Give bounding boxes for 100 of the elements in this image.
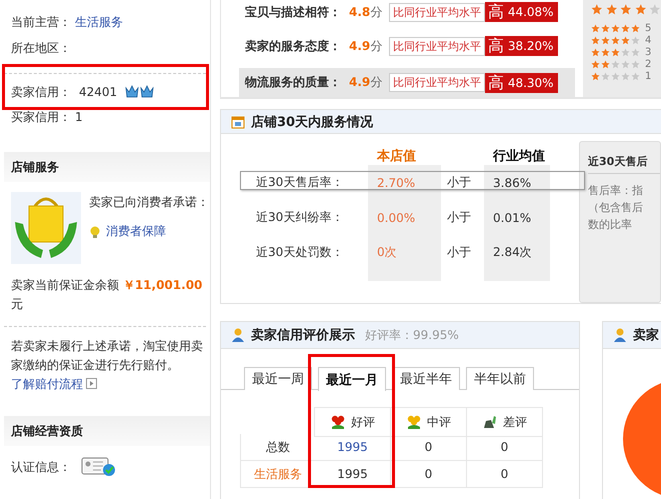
comparison-text: 小于 [446, 174, 472, 191]
table-cell: 0 [467, 434, 543, 461]
table-cell: 0 [391, 434, 467, 461]
field-label: 卖家信用： [11, 84, 71, 100]
person-icon [613, 328, 627, 342]
field-label: 所在地区： [11, 40, 71, 56]
star-icon [591, 24, 600, 32]
star-icon [631, 72, 640, 80]
star-icon [631, 24, 640, 32]
play-icon [86, 378, 97, 389]
star-level: 3 [645, 46, 652, 58]
period-tab[interactable]: 最近一月 [318, 367, 386, 391]
guarantee-link[interactable]: 消费者保障 [106, 223, 166, 240]
cactus-icon [482, 415, 498, 429]
star-icon [601, 60, 610, 68]
credit-value: 42401 [79, 85, 118, 99]
star-level: 2 [645, 58, 652, 70]
table-cell: 1995 [315, 434, 391, 461]
comparison-label: 比同行业平均水平 [389, 2, 485, 22]
rating-score: 4.9分 [349, 38, 384, 54]
column-header: 好评 [314, 407, 391, 437]
column-header: 行业均值 [492, 148, 546, 165]
star-level: 5 [645, 22, 652, 34]
rating-label: 卖家的服务态度： [245, 38, 342, 54]
star-icon [631, 36, 640, 44]
star-icon [634, 3, 646, 16]
star-icon [591, 60, 600, 68]
table-cell: 0 [467, 461, 543, 488]
info-text: 数的比率 [588, 217, 633, 233]
rating-score: 4.8分 [349, 4, 384, 20]
shopping-bag-icon [11, 192, 81, 264]
field-label: 买家信用： [11, 108, 71, 126]
person-icon [231, 328, 245, 342]
industry-value: 0.01% [484, 200, 550, 235]
rating-label: 物流服务的质量： [245, 74, 342, 91]
table-cell: 0 [391, 461, 467, 488]
comparison-badge: 高 48.30% [485, 72, 558, 92]
metric-label: 近30天处罚数： [255, 244, 344, 261]
star-icon [601, 72, 610, 80]
column-header: 本店值 [376, 148, 417, 165]
bulb-icon [89, 226, 101, 238]
star-icon [649, 3, 661, 16]
crown-icon [125, 85, 156, 99]
star-icon [606, 3, 618, 16]
info-title: 近30天售后 [588, 154, 660, 174]
panel-title: 卖家 [633, 326, 659, 344]
section-header: 店铺服务 [4, 152, 210, 182]
star-icon [591, 36, 600, 44]
store-value: 0次 [368, 235, 441, 281]
panel-title: 店铺30天内服务情况 [251, 114, 374, 130]
comparison-text: 小于 [446, 244, 472, 261]
star-icon [621, 72, 630, 80]
star-icon [620, 3, 632, 16]
star-icon [611, 48, 620, 56]
star-icon [591, 3, 603, 16]
field-label: 当前主营： [11, 14, 71, 30]
industry-value: 3.86% [484, 165, 550, 200]
star-icon [631, 60, 640, 68]
star-icon [621, 36, 630, 44]
rating-score: 4.9分 [349, 74, 384, 91]
star-icon [601, 48, 610, 56]
note-text: 若卖家未履行上述承诺，淘宝使用卖家缴纳的保证金进行先行赔付。 [11, 339, 203, 372]
star-icon [601, 24, 610, 32]
flower-icon [330, 415, 346, 429]
info-text: 售后率：指 [588, 183, 644, 199]
star-level: 1 [645, 70, 652, 82]
positive-rate: 好评率：99.95% [365, 326, 459, 344]
period-tab[interactable]: 最近一周 [244, 367, 312, 390]
star-icon [621, 60, 630, 68]
comparison-badge: 高 38.20% [485, 36, 558, 56]
store-value: 2.70% [368, 165, 441, 200]
column-header: 中评 [391, 407, 467, 437]
star-icon [621, 24, 630, 32]
star-icon [621, 48, 630, 56]
column-header: 差评 [467, 407, 543, 437]
certificate-icon [81, 456, 117, 478]
star-icon [631, 48, 640, 56]
industry-value: 2.84次 [484, 235, 550, 281]
star-icon [611, 60, 620, 68]
star-icon [611, 24, 620, 32]
deposit-text: 卖家当前保证金余额 ￥11,001.00 元 [11, 277, 204, 313]
flower-icon [406, 415, 422, 429]
star-icon [611, 72, 620, 80]
business-link[interactable]: 生活服务 [75, 14, 123, 30]
comparison-label: 比同行业平均水平 [389, 73, 485, 92]
metric-label: 近30天售后率： [255, 174, 344, 191]
info-text: （包含售后 [588, 200, 644, 216]
period-tab[interactable]: 半年以前 [466, 367, 534, 390]
comparison-badge: 高 44.08% [485, 2, 558, 22]
star-icon [611, 36, 620, 44]
table-cell: 1995 [315, 461, 391, 488]
section-header: 店铺经营资质 [4, 416, 210, 446]
star-icon [591, 48, 600, 56]
period-tab[interactable]: 最近半年 [392, 367, 460, 390]
metric-label: 近30天纠纷率： [255, 209, 344, 226]
credit-value: 1 [75, 110, 83, 124]
process-link[interactable]: 了解赔付流程 [11, 377, 83, 391]
rating-label: 宝贝与描述相符： [245, 4, 342, 20]
star-icon [591, 72, 600, 80]
comparison-text: 小于 [446, 209, 472, 226]
